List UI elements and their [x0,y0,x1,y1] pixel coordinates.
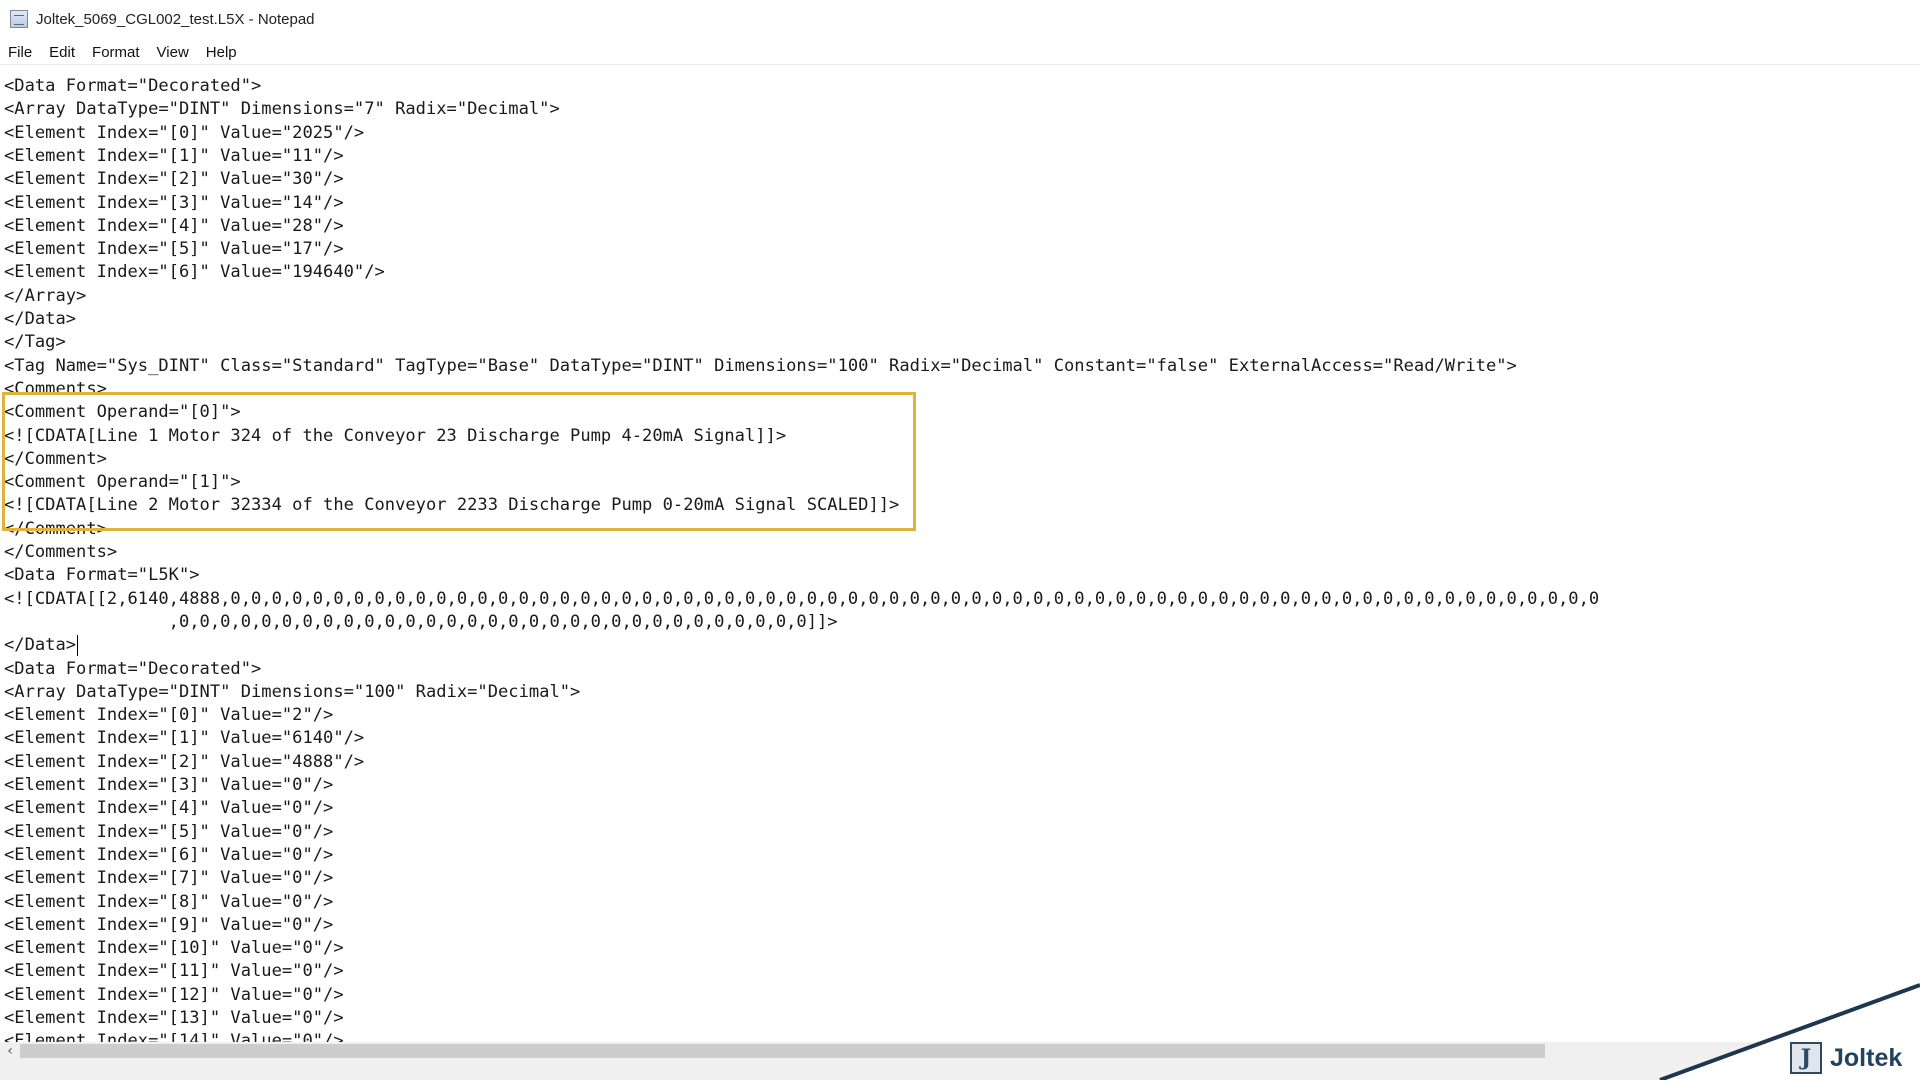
menu-divider [0,64,1920,65]
horizontal-scrollbar[interactable]: ‹ [0,1042,1920,1060]
window-title: Joltek_5069_CGL002_test.L5X - Notepad [36,10,315,28]
editor-line: <Array DataType="DINT" Dimensions="100" … [4,681,581,702]
editor-line: <Element Index="[8]" Value="0"/> [4,891,334,912]
editor-line: </Data> [4,309,77,329]
editor-line: <Element Index="[10]" Value="0"/> [4,938,344,959]
editor-line: <Element Index="[3]" Value="14"/> [4,192,344,213]
editor-line: <Element Index="[0]" Value="2025"/> [4,122,365,143]
status-bar [0,1060,1920,1080]
editor-line: <Element Index="[1]" Value="11"/> [4,145,344,166]
editor-line: <Element Index="[14]" Value="0"/> [4,1031,344,1042]
notepad-icon [10,10,28,28]
menu-view[interactable]: View [149,44,198,61]
editor-line: <Data Format="Decorated"> [4,76,262,96]
editor-line: </Comments> [4,542,118,562]
editor-line: <Element Index="[4]" Value="0"/> [4,798,334,819]
editor-line: <Element Index="[6]" Value="194640"/> [4,262,385,283]
editor-line: <Element Index="[9]" Value="0"/> [4,914,334,935]
menu-edit[interactable]: Edit [41,44,84,61]
scrollbar-thumb[interactable] [20,1044,1545,1058]
editor-line: <Element Index="[0]" Value="2"/> [4,705,334,726]
editor-line: </Tag> [4,332,66,353]
title-bar: Joltek_5069_CGL002_test.L5X - Notepad [0,0,1920,38]
editor-line: <Element Index="[2]" Value="30"/> [4,169,344,190]
menu-help[interactable]: Help [198,44,246,61]
editor-line: <Element Index="[2]" Value="4888"/> [4,751,365,772]
menu-file[interactable]: File [0,44,41,61]
joltek-logo: J Joltek [1790,1038,1902,1078]
logo-text: Joltek [1830,1043,1903,1072]
joltek-j-icon: J [1790,1042,1822,1074]
editor-line: <Element Index="[13]" Value="0"/> [4,1008,344,1028]
editor-line: <Element Index="[12]" Value="0"/> [4,984,344,1005]
editor-line: <Element Index="[7]" Value="0"/> [4,868,334,889]
text-editor-area[interactable]: <Data Format="Decorated"> <Array DataType… [0,66,1920,1042]
chevron-left-icon[interactable]: ‹ [2,1042,18,1060]
editor-line: </Array> [4,285,87,306]
text-caret [77,635,78,657]
menu-bar: File Edit Format View Help [0,40,1920,64]
editor-line: <Data Format="Decorated"> [4,658,262,679]
editor-line: <Tag Name="Sys_DINT" Class="Standard" Ta… [4,355,1517,376]
editor-line: <Element Index="[5]" Value="0"/> [4,821,334,842]
editor-line: <Element Index="[1]" Value="6140"/> [4,728,365,749]
editor-line: <Element Index="[5]" Value="17"/> [4,239,344,260]
editor-line: <![CDATA[[2,6140,4888,0,0,0,0,0,0,0,0,0,… [4,588,1600,609]
editor-line: <Element Index="[4]" Value="28"/> [4,215,344,236]
editor-line: </Data> [4,635,77,656]
editor-line: <Array DataType="DINT" Dimensions="7" Ra… [4,99,560,120]
editor-line: <Element Index="[6]" Value="0"/> [4,844,334,865]
menu-format[interactable]: Format [84,44,149,61]
editor-line: ,0,0,0,0,0,0,0,0,0,0,0,0,0,0,0,0,0,0,0,0… [4,611,838,632]
editor-line: <Data Format="L5K"> [4,565,200,586]
comments-highlight-box [2,392,916,531]
editor-line: <Element Index="[3]" Value="0"/> [4,775,334,795]
editor-line: <Element Index="[11]" Value="0"/> [4,961,344,982]
